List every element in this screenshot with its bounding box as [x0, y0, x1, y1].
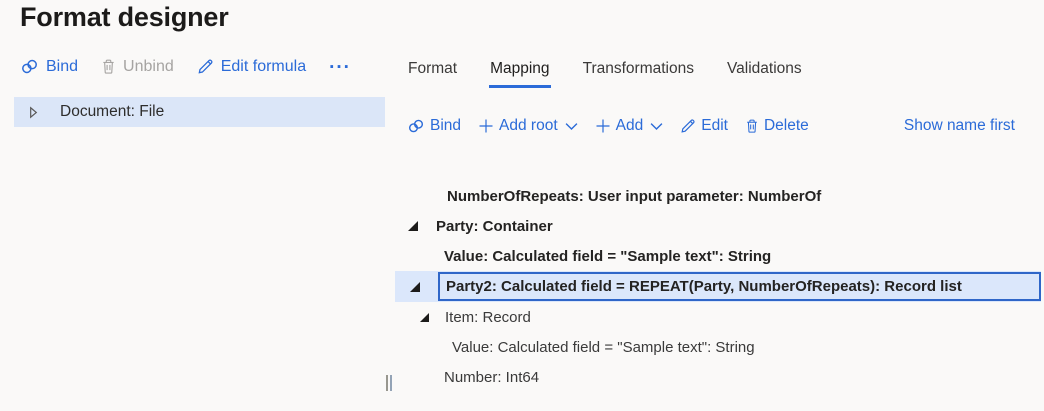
tab-validations[interactable]: Validations: [726, 60, 803, 88]
pencil-icon: [197, 58, 214, 75]
tab-format[interactable]: Format: [407, 60, 458, 88]
add-root-button[interactable]: Add root: [478, 117, 578, 135]
add-label: Add: [616, 117, 644, 135]
plus-icon: [595, 118, 611, 134]
tree-row-party[interactable]: Party: Container: [395, 211, 1041, 241]
tree-row-party2-selected[interactable]: Party2: Calculated field = REPEAT(Party,…: [395, 271, 1041, 302]
triangle-expanded-icon[interactable]: [420, 313, 429, 322]
show-name-first-button[interactable]: Show name first: [904, 117, 1015, 135]
tree-row-label: Number: Int64: [444, 369, 539, 386]
mapping-toolbar: Bind Add root Add: [407, 117, 1041, 135]
add-root-label: Add root: [499, 117, 558, 135]
tree-row-label: NumberOfRepeats: User input parameter: N…: [447, 188, 821, 205]
more-options-button[interactable]: ...: [329, 57, 351, 76]
plus-icon: [478, 118, 494, 134]
tab-transformations[interactable]: Transformations: [582, 60, 695, 88]
bind-label: Bind: [46, 58, 78, 76]
unbind-label: Unbind: [123, 58, 174, 76]
bind-label: Bind: [430, 117, 461, 135]
tree-row-item[interactable]: Item: Record: [395, 302, 1041, 332]
bind-button-mapping[interactable]: Bind: [407, 117, 461, 135]
tree-row-label: Document: File: [60, 103, 164, 121]
tree-row-number[interactable]: Number: Int64: [395, 362, 1041, 392]
left-toolbar: Bind Unbind Edit formula ...: [20, 57, 351, 76]
chevron-down-icon: [565, 122, 578, 131]
chevron-down-icon: [650, 122, 663, 131]
edit-formula-label: Edit formula: [221, 58, 306, 76]
tab-mapping[interactable]: Mapping: [489, 60, 550, 88]
ellipsis-icon: ...: [329, 53, 351, 72]
mapping-tree: NumberOfRepeats: User input parameter: N…: [395, 181, 1041, 392]
triangle-expanded-icon[interactable]: [410, 282, 420, 292]
tree-row-numberofrepeats[interactable]: NumberOfRepeats: User input parameter: N…: [395, 181, 1041, 211]
trash-icon: [745, 118, 759, 134]
tree-row-label: Value: Calculated field = "Sample text":…: [452, 339, 755, 356]
tree-row-party-value[interactable]: Value: Calculated field = "Sample text":…: [395, 241, 1041, 271]
triangle-right-outline-icon[interactable]: [29, 106, 38, 119]
unbind-button: Unbind: [101, 58, 174, 76]
link-icon: [407, 118, 425, 134]
page-title: Format designer: [20, 2, 229, 33]
delete-label: Delete: [764, 117, 809, 135]
tab-bar: Format Mapping Transformations Validatio…: [407, 60, 803, 88]
tree-row-label: Party: Container: [436, 218, 553, 235]
link-icon: [20, 58, 39, 75]
tree-row-label: Item: Record: [445, 309, 531, 326]
edit-label: Edit: [701, 117, 728, 135]
tree-row-document-file[interactable]: Document: File: [14, 97, 385, 127]
triangle-expanded-icon[interactable]: [408, 221, 418, 231]
tree-row-item-value[interactable]: Value: Calculated field = "Sample text":…: [395, 332, 1041, 362]
edit-button[interactable]: Edit: [680, 117, 728, 135]
trash-icon: [101, 58, 116, 75]
pane-splitter-grip[interactable]: [386, 375, 395, 391]
add-button[interactable]: Add: [595, 117, 664, 135]
format-designer-page: Format designer Bind Unbind: [0, 0, 1044, 411]
delete-button[interactable]: Delete: [745, 117, 809, 135]
edit-formula-button[interactable]: Edit formula: [197, 58, 306, 76]
tree-row-label: Value: Calculated field = "Sample text":…: [444, 248, 771, 265]
bind-button[interactable]: Bind: [20, 58, 78, 76]
tree-row-label: Party2: Calculated field = REPEAT(Party,…: [438, 272, 1041, 301]
pencil-icon: [680, 118, 696, 134]
